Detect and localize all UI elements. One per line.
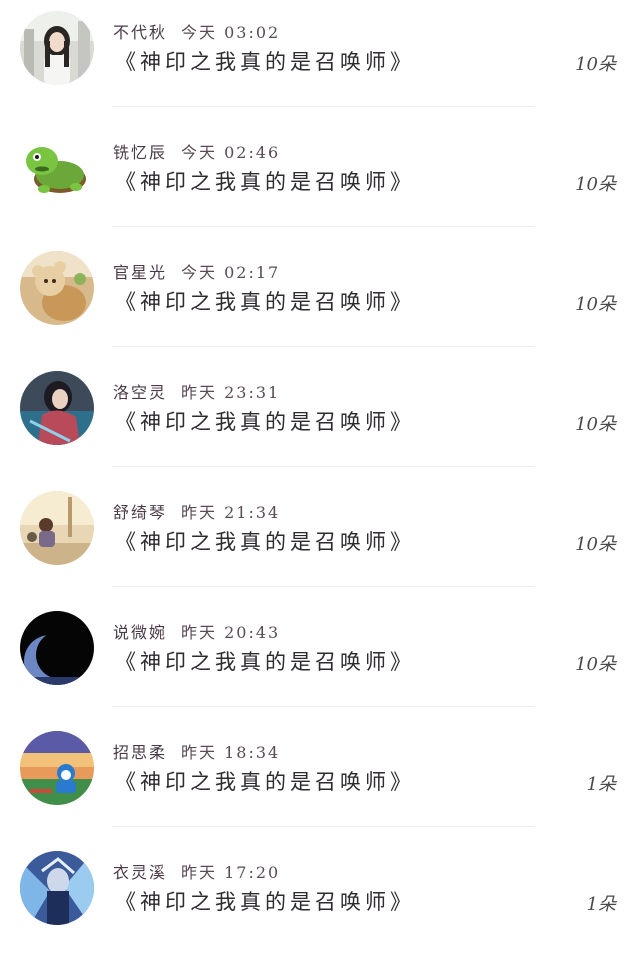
gift-record-list: 不代秋 今天 03:02 《神印之我真的是召唤师》 10朵 铣忆辰 今天 02:46… xyxy=(0,0,640,960)
user-name[interactable]: 衣灵溪 xyxy=(113,863,167,882)
divider xyxy=(113,346,534,347)
book-title[interactable]: 《神印之我真的是召唤师》 xyxy=(115,526,415,556)
timestamp: 昨天 17:20 xyxy=(181,863,281,882)
list-item[interactable]: 衣灵溪 昨天 17:20 《神印之我真的是召唤师》 1朵 xyxy=(0,840,640,960)
timestamp: 今天 02:17 xyxy=(181,263,281,282)
gift-count: 10朵 xyxy=(575,294,616,315)
timestamp: 今天 03:02 xyxy=(181,23,281,42)
list-item[interactable]: 不代秋 今天 03:02 《神印之我真的是召唤师》 10朵 xyxy=(0,0,640,120)
list-item[interactable]: 舒绮琴 昨天 21:34 《神印之我真的是召唤师》 10朵 xyxy=(0,480,640,600)
gift-count: 10朵 xyxy=(575,654,616,675)
user-name[interactable]: 不代秋 xyxy=(113,23,167,42)
gift-count: 10朵 xyxy=(575,54,616,75)
user-name[interactable]: 洛空灵 xyxy=(113,383,167,402)
user-name[interactable]: 官星光 xyxy=(113,263,167,282)
divider xyxy=(113,826,534,827)
divider xyxy=(113,466,534,467)
user-name[interactable]: 舒绮琴 xyxy=(113,503,167,522)
divider xyxy=(113,226,534,227)
avatar[interactable] xyxy=(20,251,94,325)
list-item[interactable]: 铣忆辰 今天 02:46 《神印之我真的是召唤师》 10朵 xyxy=(0,120,640,240)
list-item[interactable]: 洛空灵 昨天 23:31 《神印之我真的是召唤师》 10朵 xyxy=(0,360,640,480)
list-item[interactable]: 官星光 今天 02:17 《神印之我真的是召唤师》 10朵 xyxy=(0,240,640,360)
divider xyxy=(113,706,534,707)
timestamp: 昨天 18:34 xyxy=(181,743,281,762)
timestamp: 今天 02:46 xyxy=(181,143,281,162)
gift-count: 10朵 xyxy=(575,414,616,435)
avatar[interactable] xyxy=(20,131,94,205)
timestamp: 昨天 23:31 xyxy=(181,383,281,402)
user-name[interactable]: 铣忆辰 xyxy=(113,143,167,162)
divider xyxy=(113,586,534,587)
book-title[interactable]: 《神印之我真的是召唤师》 xyxy=(115,766,415,796)
avatar[interactable] xyxy=(20,371,94,445)
timestamp: 昨天 21:34 xyxy=(181,503,281,522)
list-item[interactable]: 说微婉 昨天 20:43 《神印之我真的是召唤师》 10朵 xyxy=(0,600,640,720)
avatar[interactable] xyxy=(20,731,94,805)
gift-count: 10朵 xyxy=(575,174,616,195)
gift-count: 1朵 xyxy=(586,774,616,795)
avatar[interactable] xyxy=(20,851,94,925)
book-title[interactable]: 《神印之我真的是召唤师》 xyxy=(115,406,415,436)
user-name[interactable]: 说微婉 xyxy=(113,623,167,642)
timestamp: 昨天 20:43 xyxy=(181,623,281,642)
avatar[interactable] xyxy=(20,11,94,85)
book-title[interactable]: 《神印之我真的是召唤师》 xyxy=(115,886,415,916)
avatar[interactable] xyxy=(20,611,94,685)
avatar[interactable] xyxy=(20,491,94,565)
list-item[interactable]: 招思柔 昨天 18:34 《神印之我真的是召唤师》 1朵 xyxy=(0,720,640,840)
user-name[interactable]: 招思柔 xyxy=(113,743,167,762)
book-title[interactable]: 《神印之我真的是召唤师》 xyxy=(115,166,415,196)
book-title[interactable]: 《神印之我真的是召唤师》 xyxy=(115,646,415,676)
gift-count: 1朵 xyxy=(586,894,616,915)
book-title[interactable]: 《神印之我真的是召唤师》 xyxy=(115,46,415,76)
book-title[interactable]: 《神印之我真的是召唤师》 xyxy=(115,286,415,316)
divider xyxy=(113,106,534,107)
gift-count: 10朵 xyxy=(575,534,616,555)
